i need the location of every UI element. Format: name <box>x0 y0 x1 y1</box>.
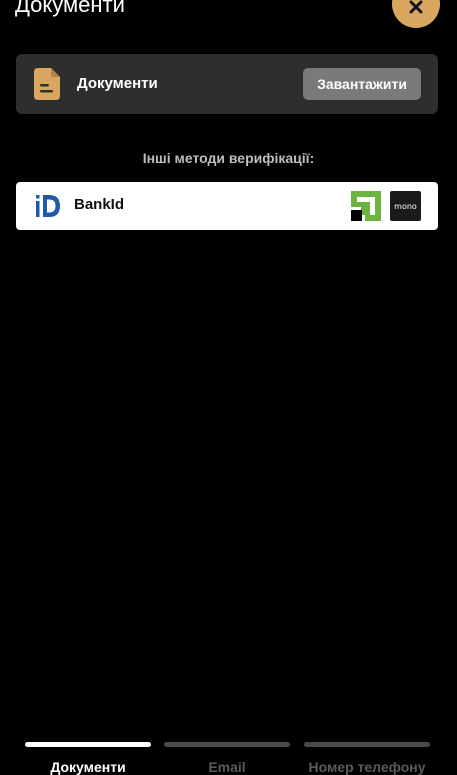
page-title: Документи <box>15 0 125 17</box>
other-methods-heading: Інші методи верифікації: <box>142 150 315 166</box>
tab-documents-label: Документи <box>50 759 126 775</box>
tab-documents[interactable]: Документи <box>25 742 151 775</box>
bankid-label: BankId <box>74 196 125 213</box>
bankid-option[interactable]: BankId mono <box>16 182 438 230</box>
tab-email-label: Email <box>208 759 246 775</box>
bankid-icon <box>36 195 60 217</box>
tab-phone[interactable]: Номер телефону <box>304 742 430 775</box>
monobank-icon: mono <box>390 191 421 221</box>
documents-card: Документи Завантажити <box>16 54 438 114</box>
tab-indicator <box>164 742 290 747</box>
close-button[interactable] <box>392 0 440 28</box>
close-icon <box>409 0 423 14</box>
document-icon <box>34 68 60 100</box>
upload-button[interactable]: Завантажити <box>303 68 421 100</box>
tab-email[interactable]: Email <box>164 742 290 775</box>
tab-phone-label: Номер телефону <box>308 759 426 775</box>
tab-indicator <box>25 742 151 747</box>
tab-indicator <box>304 742 430 747</box>
privatbank-icon <box>351 191 381 221</box>
documents-label: Документи <box>77 75 158 92</box>
